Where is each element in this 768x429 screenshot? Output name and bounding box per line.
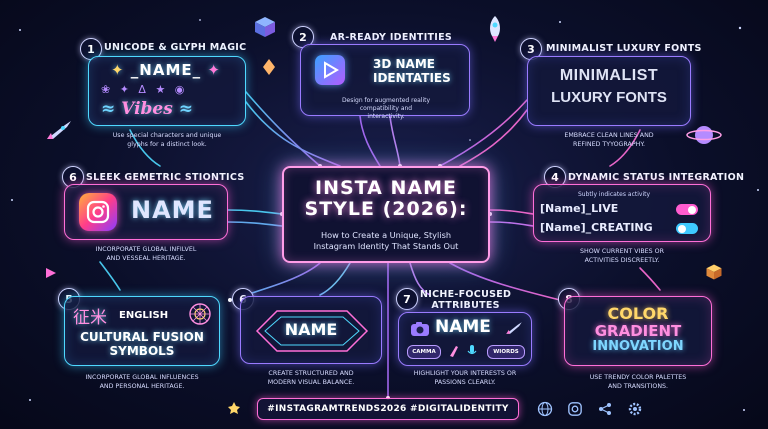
- card-5-english: ENGLISH: [119, 310, 169, 321]
- mandala-icon: [187, 301, 213, 327]
- instagram-icon: [566, 400, 584, 418]
- card-6-panel: NAME: [240, 296, 382, 364]
- card-1-sample: _NAME_: [130, 61, 202, 79]
- card-6-sample: NAME: [284, 320, 338, 339]
- card-3-panel: MINIMALIST LUXURY FONTS: [527, 56, 691, 126]
- card-4-title: Dynamic Status Integration: [568, 172, 745, 183]
- card-7-sample: NAME: [435, 317, 491, 337]
- card-5-desc: Incorporate global influences and persona…: [85, 374, 199, 390]
- diamond-icon: [262, 58, 276, 76]
- card-3-sample-line2: LUXURY FONTS: [551, 89, 667, 106]
- card-5-sample-line2: SYMBOLS: [109, 343, 175, 358]
- card-sleek-desc: Incorporate global infilvel and vesseal h…: [95, 246, 197, 262]
- card-1-desc: Use special characters and unique glyphs …: [112, 132, 222, 148]
- card-8-sample-line3: INNOVATION: [592, 338, 684, 354]
- card-8-panel: COLOR GRADIENT INNOVATION: [564, 296, 712, 366]
- ar-logo-icon: [315, 55, 345, 85]
- main-title-line1: INSTA NAME: [315, 177, 457, 199]
- card-6-desc: Create structured and modern visual balan…: [267, 370, 355, 386]
- card-8-sample-line1: COLOR: [607, 304, 669, 323]
- card-4-desc: Show current vibes or activities discreet…: [579, 248, 664, 264]
- hashtag-banner: #INSTAGRAMTRENDS2026 #DIGITALIDENTITY: [257, 398, 519, 420]
- card-2-sample-line2: IDENTATIES: [373, 71, 451, 86]
- live-toggle[interactable]: [676, 204, 698, 215]
- card-8-sample-line2: GRADIENT: [594, 321, 682, 340]
- card-2-desc: Design for augmented reality compatibilit…: [341, 97, 431, 121]
- card-1-vibes: Vibes: [121, 99, 173, 119]
- main-subtitle-line2: Instagram Identity That Stands Out: [313, 240, 459, 251]
- play-icon: [44, 266, 58, 280]
- card-7-tag1: CAMMA: [407, 345, 441, 359]
- planet-icon: [684, 120, 724, 150]
- cube-icon: [704, 262, 724, 282]
- card-1-glyph-row: ❀ ✦ Δ ★ ◉: [101, 83, 188, 96]
- globe-icon: [226, 400, 242, 416]
- card-2-title: AR-Ready Identities: [330, 32, 453, 43]
- card-8-desc: Use trendy color palettes and transitions…: [589, 374, 687, 390]
- gear-icon: [626, 400, 644, 418]
- card-3-desc: Embrace clean lines and refined tyyograph…: [564, 132, 654, 148]
- card-1-title: Unicode & Glyph Magic: [104, 42, 247, 53]
- card-2-sample-line1: 3D NAME: [373, 57, 435, 71]
- globe-icon: [536, 400, 554, 418]
- microphone-icon: [465, 343, 479, 359]
- instagram-icon: [79, 193, 117, 231]
- infographic: 1 Unicode & Glyph Magic ✦ _NAME_ ✦ ❀ ✦ Δ…: [0, 0, 768, 429]
- main-title-panel: INSTA NAME STYLE (2026): How to Create a…: [282, 166, 490, 263]
- card-5-sample-line1: CULTURAL FUSION: [80, 330, 204, 344]
- card-sleek-sample: NAME: [131, 196, 214, 224]
- share-icon: [596, 400, 614, 418]
- main-subtitle-line1: How to Create a Unique, Stylish: [320, 230, 452, 240]
- card-4-status1: [Name]_LIVE: [540, 202, 619, 215]
- card-7-desc: Highlight your interests or passions clea…: [413, 370, 517, 386]
- rocket-icon: [44, 118, 74, 142]
- card-sleek-title: Sleek Gemetric Stiontics: [86, 172, 245, 183]
- card-4-status2: [Name]_CREATING: [540, 221, 653, 234]
- card-7-title: Niche-Focused Attributes: [420, 289, 512, 311]
- main-title-line2: STYLE (2026):: [304, 198, 468, 221]
- card-7-tag2: WIORDS: [487, 345, 525, 359]
- card-4-note: Subtly indicates activity: [578, 191, 651, 198]
- card-sleek-panel: NAME: [64, 184, 228, 240]
- card-5-glyphs: 征米: [73, 308, 107, 328]
- cube-icon: [252, 14, 278, 40]
- camera-icon: [409, 319, 431, 339]
- card-7-number: 7: [396, 288, 418, 310]
- rocket-icon: [503, 317, 525, 339]
- card-3-sample-line1: MINIMALIST: [559, 67, 659, 84]
- creating-toggle[interactable]: [676, 223, 698, 234]
- card-4-panel: Subtly indicates activity [Name]_LIVE [N…: [533, 184, 711, 242]
- card-1-panel: ✦ _NAME_ ✦ ❀ ✦ Δ ★ ◉ ≈ Vibes ≈: [88, 56, 246, 126]
- card-5-panel: 征米 ENGLISH CULTURAL FUSION SYMBOLS: [64, 296, 220, 366]
- rocket-icon: [482, 14, 508, 44]
- card-3-title: Minimalist Luxury Fonts: [546, 43, 702, 54]
- paintbrush-icon: [447, 343, 461, 359]
- card-7-panel: NAME CAMMA WIORDS: [398, 312, 532, 366]
